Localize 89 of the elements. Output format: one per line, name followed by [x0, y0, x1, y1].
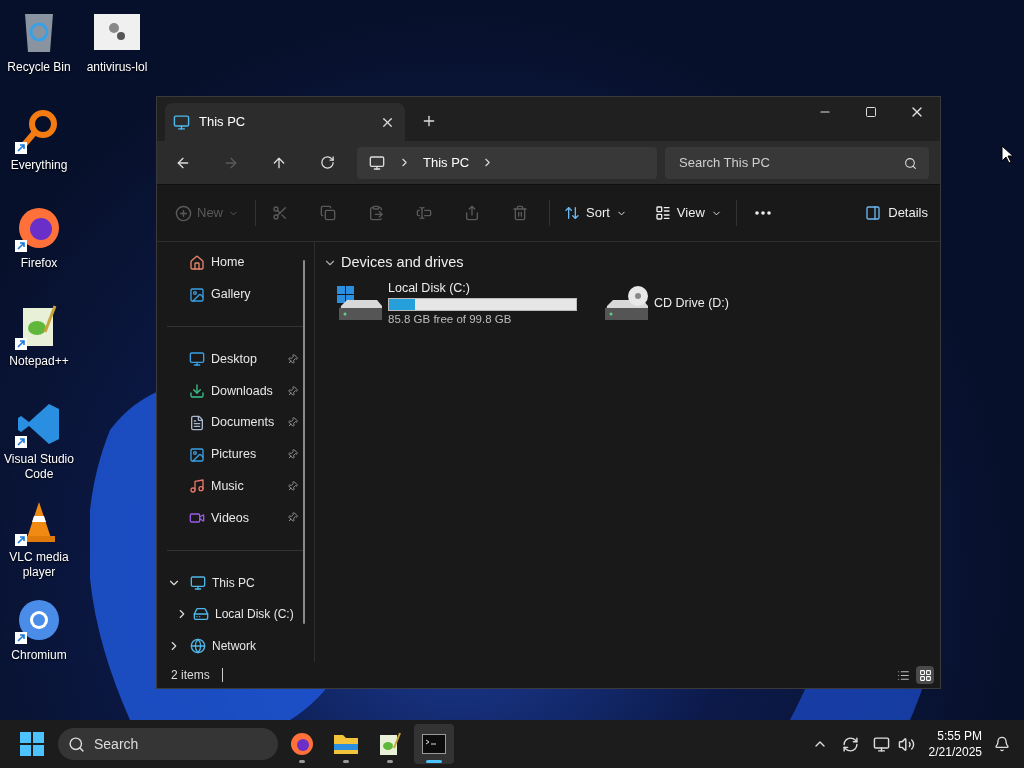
- sidebar-item[interactable]: Gallery: [157, 278, 314, 311]
- sidebar-item[interactable]: Music: [157, 470, 314, 503]
- picture-icon: [189, 286, 205, 303]
- details-button[interactable]: Details: [865, 203, 928, 223]
- taskbar-search-field[interactable]: Search: [58, 728, 278, 760]
- sidebar-item[interactable]: Pictures: [157, 438, 314, 471]
- tree-item[interactable]: This PC: [157, 566, 314, 599]
- sidebar-item[interactable]: Home: [157, 247, 314, 279]
- network-icon[interactable]: [872, 735, 890, 753]
- section-title: Devices and drives: [341, 253, 464, 272]
- grid-icon: [918, 668, 932, 682]
- desktop-icon-label: antivirus-lol: [85, 60, 149, 75]
- desktop-icon-label: VLC media player: [8, 550, 70, 580]
- tree-item[interactable]: Network: [157, 630, 314, 663]
- document-icon: [189, 414, 205, 431]
- desktop-icon-label: Recycle Bin: [6, 60, 72, 75]
- drive-tile[interactable]: Local Disk (C:) 85.8 GB free of 99.8 GB: [337, 279, 587, 328]
- drive-name: Local Disk (C:): [388, 280, 471, 296]
- monitor-icon: [369, 154, 385, 171]
- breadcrumb-item[interactable]: This PC: [423, 152, 470, 173]
- item-count: 2 items: [171, 667, 210, 684]
- refresh-icon: [319, 155, 335, 170]
- maximize-icon: [865, 106, 877, 118]
- plus-circle-icon: [175, 204, 192, 222]
- start-button[interactable]: [20, 732, 44, 756]
- globe-icon: [190, 638, 206, 655]
- search-icon: [904, 156, 917, 170]
- view-button[interactable]: View: [654, 203, 722, 223]
- download-icon: [189, 383, 205, 400]
- section-header[interactable]: Devices and drives: [323, 252, 940, 274]
- search-field[interactable]: Search This PC: [665, 146, 929, 179]
- tab[interactable]: This PC: [165, 103, 405, 141]
- address-bar[interactable]: This PC: [357, 146, 657, 179]
- desktop-icon-label: Chromium: [10, 648, 68, 663]
- mouse-cursor-icon: [1001, 145, 1013, 164]
- folder-icon: [333, 733, 359, 755]
- desktop-icon[interactable]: Visual Studio Code: [0, 392, 78, 490]
- cd-drive-icon: [603, 285, 649, 322]
- monitor-icon: [173, 113, 190, 131]
- video-icon: [189, 510, 205, 526]
- taskbar-app-button[interactable]: [414, 724, 454, 764]
- drive-tile[interactable]: CD Drive (D:): [603, 279, 729, 328]
- desktop-icon[interactable]: Chromium: [0, 588, 78, 686]
- drive-icon: [193, 606, 209, 623]
- monitor-icon: [190, 574, 206, 591]
- hard-drive-icon: [337, 285, 383, 322]
- trash-icon: [512, 205, 528, 221]
- desktop-icon: [189, 351, 205, 368]
- scissors-icon: [272, 205, 288, 221]
- search-icon: [68, 736, 85, 753]
- drive-name: CD Drive (D:): [654, 295, 729, 313]
- share-icon: [464, 205, 480, 221]
- music-icon: [189, 478, 205, 495]
- sidebar-item[interactable]: Downloads: [157, 375, 314, 407]
- sidebar-item[interactable]: Documents: [157, 406, 314, 439]
- list-icon: [896, 668, 910, 682]
- desktop-icon[interactable]: antivirus-lol: [78, 0, 156, 98]
- scrollbar-thumb[interactable]: [303, 260, 305, 624]
- desktop-icon[interactable]: VLC media player: [0, 490, 78, 588]
- clock[interactable]: 5:55 PM 2/21/2025: [928, 728, 982, 760]
- copy-icon: [320, 205, 336, 221]
- details-pane-icon: [865, 205, 882, 221]
- sync-icon[interactable]: [841, 735, 859, 753]
- tree-item[interactable]: Local Disk (C:): [157, 598, 314, 631]
- desktop-icon[interactable]: Notepad++: [0, 294, 78, 392]
- desktop-icon-label: Visual Studio Code: [3, 452, 75, 482]
- desktop-icon-label: Firefox: [19, 256, 59, 271]
- tiles-view-button[interactable]: [916, 666, 934, 684]
- paste-icon: [368, 205, 384, 221]
- view-layout-icon: [654, 205, 671, 221]
- picture-icon: [189, 446, 205, 463]
- sort-arrows-icon: [564, 205, 580, 221]
- notification-bell-icon[interactable]: [994, 736, 1010, 752]
- sidebar-item[interactable]: Desktop: [157, 343, 314, 376]
- sort-button[interactable]: Sort: [564, 203, 627, 223]
- sidebar-item[interactable]: Videos: [157, 502, 314, 534]
- more-dots-icon: [754, 211, 771, 215]
- rename-icon: [416, 205, 432, 221]
- desktop-icon-label: Notepad++: [8, 354, 70, 369]
- notepad-icon: [379, 732, 401, 756]
- desktop-icon[interactable]: Everything: [0, 98, 78, 196]
- volume-icon[interactable]: [897, 735, 915, 753]
- desktop-icon[interactable]: Firefox: [0, 196, 78, 294]
- desktop-icon-label: Everything: [9, 158, 69, 173]
- plus-icon: [421, 113, 437, 129]
- terminal-icon: [422, 734, 446, 754]
- desktop-icon[interactable]: Recycle Bin: [0, 0, 78, 98]
- house-icon: [189, 254, 205, 271]
- drive-space-text: 85.8 GB free of 99.8 GB: [388, 311, 513, 327]
